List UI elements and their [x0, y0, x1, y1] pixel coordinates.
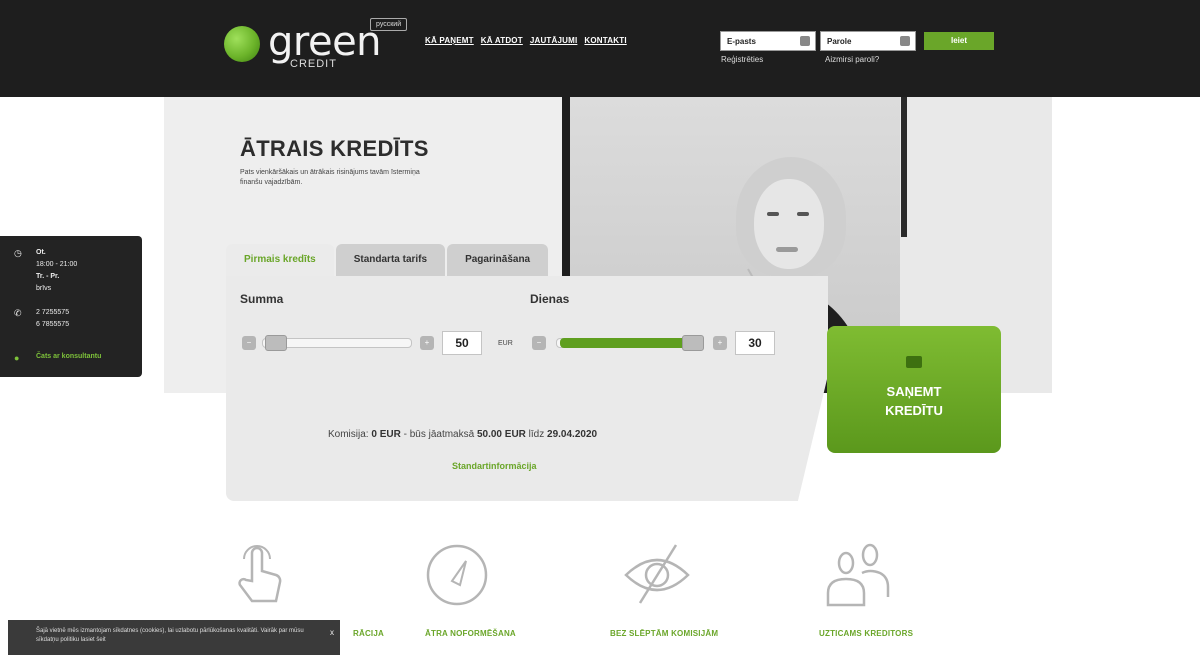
nav-ka-atdot[interactable]: KĀ ATDOT — [481, 36, 523, 45]
calculator-tabs: Pirmais kredīts Standarta tarifs Pagarin… — [226, 244, 550, 276]
clock-icon: ◷ — [14, 248, 22, 258]
amount-decrease-button[interactable]: − — [242, 336, 256, 350]
password-placeholder: Parole — [827, 37, 852, 46]
eye-crossed-icon — [624, 544, 690, 604]
speedometer-icon — [426, 544, 488, 606]
days-slider-handle[interactable] — [682, 335, 704, 351]
days-input[interactable]: 30 — [735, 331, 775, 355]
cta-line1: SAŅEMT — [886, 384, 942, 399]
amount-unit: EUR — [498, 340, 513, 347]
side-contact-panel: ◷ Ot. 18:00 - 21:00 Tr. - Pr. brīvs ✆ 2 … — [0, 236, 142, 377]
feature-label-3: BEZ SLĒPTĀM KOMISIJĀM — [610, 629, 719, 638]
cookie-banner: Šajā vietnē mēs izmantojam sīkdatnes (co… — [8, 620, 340, 655]
days-decrease-button[interactable]: − — [532, 336, 546, 350]
amount-input[interactable]: 50 — [442, 331, 482, 355]
phone-2[interactable]: 6 7855575 — [36, 320, 69, 330]
users-icon — [826, 543, 890, 607]
top-header: green CREDIT русский KĀ PAŅEMT KĀ ATDOT … — [0, 0, 1200, 97]
email-field[interactable]: E-pasts — [720, 31, 816, 51]
work-day: Ot. — [36, 249, 46, 256]
cookie-text: Šajā vietnē mēs izmantojam sīkdatnes (co… — [36, 628, 304, 643]
forgot-password-link[interactable]: Aizmirsi paroli? — [825, 55, 879, 64]
touch-icon — [238, 545, 282, 603]
days-increase-button[interactable]: + — [713, 336, 727, 350]
phone-1[interactable]: 2 7255575 — [36, 308, 69, 318]
feature-label-1: RĀCIJA — [353, 629, 384, 638]
logo-subtext: CREDIT — [290, 58, 337, 70]
fee-value: 0 EUR — [371, 429, 401, 440]
amount-slider-handle[interactable] — [264, 335, 287, 351]
standard-info-link[interactable]: Standartinformācija — [452, 461, 537, 471]
phone-icon: ✆ — [14, 308, 22, 318]
language-switch[interactable]: русский — [370, 18, 408, 31]
amount-increase-button[interactable]: + — [420, 336, 434, 350]
close-icon[interactable]: x — [330, 628, 334, 637]
main-nav: KĀ PAŅEMT KĀ ATDOT JAUTĀJUMI KONTAKTI — [425, 36, 627, 45]
login-button[interactable]: Ieiet — [924, 32, 994, 50]
password-field[interactable]: Parole — [820, 31, 916, 51]
chat-bubble-icon: ● — [14, 353, 20, 363]
nav-kontakti[interactable]: KONTAKTI — [584, 36, 626, 45]
work-hours: 18:00 - 21:00 — [36, 261, 78, 268]
briefcase-icon — [906, 356, 922, 368]
days-range: Tr. - Pr. — [36, 273, 60, 280]
amount-label: Summa — [240, 292, 284, 306]
loan-summary: Komisija: 0 EUR - būs jāatmaksā 50.00 EU… — [328, 429, 598, 440]
logo-text: green — [268, 19, 382, 65]
tab-pagarinasana[interactable]: Pagarināšana — [447, 244, 549, 276]
days-label: Dienas — [530, 292, 570, 306]
lock-icon — [900, 36, 910, 46]
logo-leaf-icon — [224, 26, 260, 62]
days-slider-fill — [560, 338, 686, 348]
nav-ka-panemt[interactable]: KĀ PAŅEMT — [425, 36, 474, 45]
hero-title: ĀTRAIS KREDĪTS — [240, 136, 429, 161]
due-date: 29.04.2020 — [547, 429, 598, 440]
days-status: brīvs — [36, 285, 52, 292]
feature-label-4: UZTICAMS KREDITORS — [819, 629, 914, 638]
logo[interactable]: green CREDIT — [224, 19, 382, 70]
email-placeholder: E-pasts — [727, 37, 756, 46]
cta-line2: KREDĪTU — [885, 403, 943, 418]
tab-pirmais-kredits[interactable]: Pirmais kredīts — [226, 244, 334, 276]
tab-standarta-tarifs[interactable]: Standarta tarifs — [335, 244, 446, 276]
register-link[interactable]: Reģistrēties — [721, 55, 763, 64]
envelope-icon — [800, 36, 810, 46]
get-credit-button[interactable]: SAŅEMT KREDĪTU — [827, 326, 1001, 453]
chat-link[interactable]: Čats ar konsultantu — [36, 353, 101, 360]
feature-label-2: ĀTRA NOFORMĒŠANA — [425, 629, 516, 638]
hero-description: Pats vienkāršākais un ātrākais risinājum… — [240, 169, 420, 186]
nav-jautajumi[interactable]: JAUTĀJUMI — [530, 36, 578, 45]
total-value: 50.00 EUR — [476, 429, 526, 440]
